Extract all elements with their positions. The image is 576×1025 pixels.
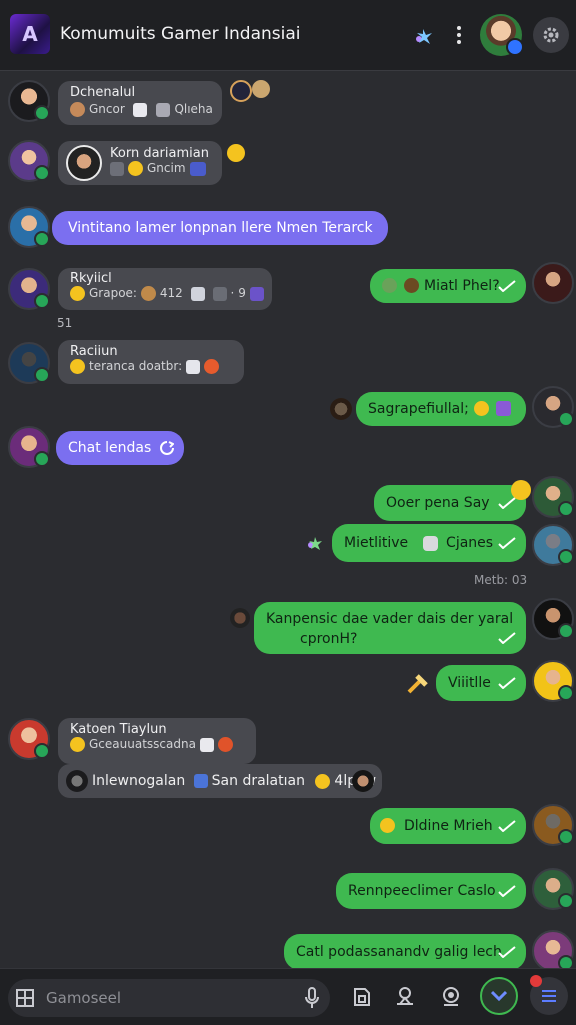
reply-icon <box>160 441 174 455</box>
emoji-reaction-icon[interactable] <box>511 480 531 500</box>
message-text: cpronH? <box>300 631 358 647</box>
composer-bar <box>0 968 576 1025</box>
message-bubble-own[interactable]: Rennpeeclimer Caslo <box>336 873 526 909</box>
avatar[interactable] <box>8 426 50 468</box>
chat-title[interactable]: Komumuits Gamer Indansiai <box>60 24 301 44</box>
sender-name: Korn dariamian <box>110 146 209 161</box>
message-bubble[interactable]: Raciiun teranca doatbr: <box>58 340 244 384</box>
message-text: Grapoe: 412 · 9 <box>70 286 264 301</box>
avatar[interactable] <box>532 868 574 910</box>
message-bubble[interactable]: Inlewnogalan San dralatıan 4lpow <box>58 764 382 798</box>
menu-list-icon[interactable] <box>530 975 568 1015</box>
sticker-icon[interactable] <box>330 398 352 420</box>
more-vertical-icon[interactable] <box>450 22 468 48</box>
avatar[interactable] <box>8 268 50 310</box>
message-bubble[interactable]: Katoen Tiaylun Gceauuatsscadna <box>58 718 256 764</box>
read-check-icon <box>498 885 516 897</box>
message-bubble-own[interactable]: Kanpensic dae vader dais der yaral cpron… <box>254 602 526 654</box>
chat-header: A Komumuits Gamer Indansiai <box>0 0 576 71</box>
message-text: Kanpensic dae vader dais der yaral <box>266 611 514 627</box>
sparkle-icon[interactable] <box>412 24 436 48</box>
message-bubble-own[interactable]: Dldine Mrieh <box>370 808 526 844</box>
sparkle-icon <box>306 534 324 552</box>
timestamp: 51 <box>57 316 73 330</box>
message-bubble-own[interactable]: Mietlitive Cjanes <box>332 524 526 562</box>
avatar[interactable] <box>532 660 574 702</box>
message-input-container[interactable] <box>8 979 330 1017</box>
message-bubble-own[interactable]: Catl podassanandv galig lech <box>284 934 526 970</box>
avatar[interactable] <box>8 206 50 248</box>
timestamp: Metb: 03 <box>474 573 528 587</box>
avatar[interactable] <box>532 598 574 640</box>
avatar[interactable] <box>532 476 574 518</box>
avatar[interactable] <box>8 342 50 384</box>
avatar <box>66 145 102 181</box>
avatar[interactable] <box>532 804 574 846</box>
message-bubble-own[interactable]: Sagrapefiullal; <box>356 392 526 426</box>
message-text: Gncim <box>110 161 210 176</box>
emoji-reaction-icon[interactable] <box>227 144 245 162</box>
read-check-icon <box>498 497 516 509</box>
read-check-icon <box>498 537 516 549</box>
message-bubble[interactable]: Chat lendas <box>56 431 184 465</box>
sticker-icon[interactable] <box>352 987 372 1007</box>
message-bubble[interactable]: Korn dariamian Gncim <box>58 141 222 185</box>
profile-avatar[interactable] <box>480 14 524 56</box>
avatar[interactable] <box>8 140 50 182</box>
message-bubble[interactable]: Rkyiicl Grapoe: 412 · 9 <box>58 268 272 310</box>
read-check-icon <box>498 677 516 689</box>
avatar[interactable] <box>8 718 50 760</box>
group-avatar[interactable]: A <box>10 14 50 54</box>
message-text: teranca doatbr: <box>70 359 232 374</box>
read-check-icon <box>498 632 516 644</box>
send-check-icon[interactable] <box>480 977 518 1015</box>
hammer-icon <box>406 672 430 696</box>
group-avatar-letter: A <box>22 22 38 46</box>
avatar[interactable] <box>532 930 574 972</box>
sender-name: Dchenalul <box>70 85 136 100</box>
message-input[interactable] <box>44 988 288 1008</box>
sticker-icon[interactable] <box>230 608 250 628</box>
read-check-icon <box>498 820 516 832</box>
settings-gear-icon[interactable] <box>533 17 569 53</box>
read-check-icon <box>498 946 516 958</box>
reaction-icon[interactable] <box>252 80 270 98</box>
mic-icon[interactable] <box>304 987 320 1009</box>
avatar[interactable] <box>532 262 574 304</box>
sender-name: Raciiun <box>70 344 118 359</box>
camera-icon[interactable] <box>440 985 462 1007</box>
avatar[interactable] <box>532 524 574 566</box>
sender-name: Katoen Tiaylun <box>70 722 167 737</box>
message-bubble[interactable]: Vintitano lamer lonpnan llere Nmen Terar… <box>52 211 388 245</box>
avatar <box>66 770 88 792</box>
message-text: Gceauuatsscadna <box>70 737 244 752</box>
message-bubble-own[interactable]: Miatl Phel? <box>370 269 526 303</box>
location-icon[interactable] <box>394 985 416 1007</box>
sender-name: Rkyiicl <box>70 271 112 286</box>
avatar <box>352 770 374 792</box>
read-check-icon <box>498 280 516 292</box>
message-text: Gncor Qlıeha <box>70 102 213 117</box>
grid-icon[interactable] <box>16 989 34 1007</box>
message-bubble-own[interactable]: Ooer pena Say <box>374 485 526 521</box>
avatar[interactable] <box>532 386 574 428</box>
reaction-icon[interactable] <box>230 80 252 102</box>
message-bubble-own[interactable]: Viiitlle <box>436 665 526 701</box>
message-bubble[interactable]: Dchenalul Gncor Qlıeha <box>58 81 222 125</box>
avatar[interactable] <box>8 80 50 122</box>
